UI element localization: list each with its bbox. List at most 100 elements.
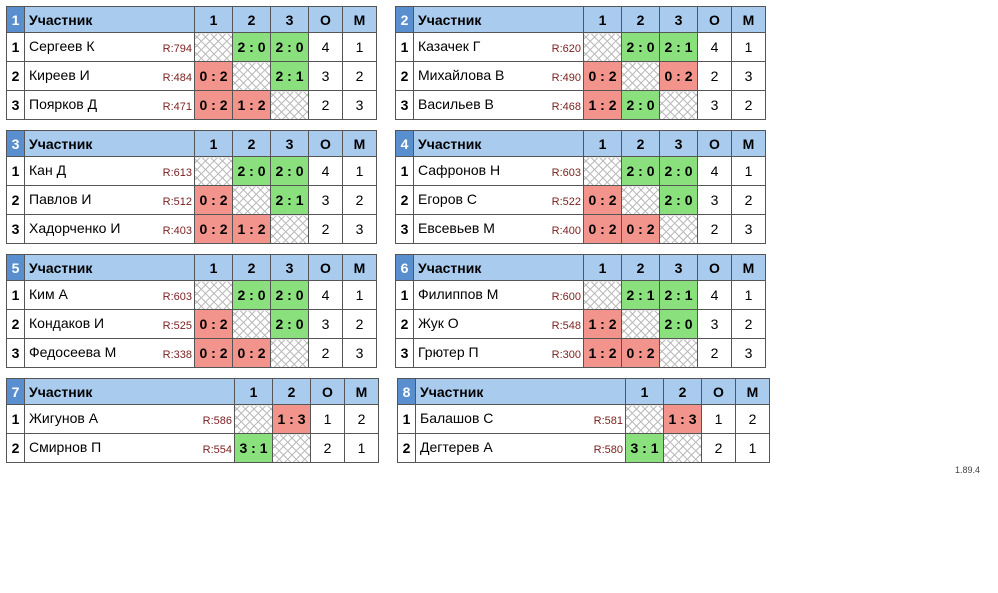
points-cell: 2 <box>309 91 343 120</box>
self-cell <box>660 91 698 120</box>
player-cell: Жигунов АR:586 <box>25 405 235 434</box>
score-lose-cell: 0 : 2 <box>195 91 233 120</box>
group-table: 7Участник12ОМ1Жигунов АR:5861 : 3122Смир… <box>6 378 379 463</box>
group-number: 5 <box>7 255 25 281</box>
self-cell <box>664 434 702 463</box>
points-cell: 1 <box>702 405 736 434</box>
score-lose-cell: 1 : 2 <box>233 215 271 244</box>
place-cell: 3 <box>343 91 377 120</box>
player-name: Смирнов П <box>29 434 101 460</box>
points-header: О <box>309 255 343 281</box>
score-win-cell: 2 : 0 <box>660 157 698 186</box>
player-cell: Казачек Г R:620 <box>414 33 584 62</box>
player-rating: R:548 <box>552 313 581 339</box>
score-lose-cell: 0 : 2 <box>233 339 271 368</box>
score-lose-cell: 0 : 2 <box>195 339 233 368</box>
player-rating: R:603 <box>552 160 581 186</box>
table-row: 1Жигунов АR:5861 : 312 <box>7 405 379 434</box>
score-lose-cell: 0 : 2 <box>584 62 622 91</box>
points-header: О <box>311 379 345 405</box>
player-rating: R:338 <box>163 342 192 368</box>
round-header: 3 <box>660 131 698 157</box>
row-number: 1 <box>396 33 414 62</box>
score-lose-cell: 1 : 2 <box>584 91 622 120</box>
player-rating: R:586 <box>203 408 232 434</box>
place-header: М <box>345 379 379 405</box>
score-win-cell: 2 : 0 <box>660 310 698 339</box>
player-cell: Кан ДR:613 <box>25 157 195 186</box>
place-header: М <box>343 131 377 157</box>
self-cell <box>271 91 309 120</box>
round-header: 3 <box>660 7 698 33</box>
points-cell: 4 <box>309 157 343 186</box>
participant-header: Участник <box>25 255 195 281</box>
table-row: 1Казачек ГR:6202 : 02 : 141 <box>396 33 766 62</box>
row-number: 3 <box>7 215 25 244</box>
group-table: 5Участник123ОМ1Ким АR:6032 : 02 : 0412Ко… <box>6 254 377 368</box>
group-number: 8 <box>398 379 416 405</box>
group-table: 3Участник123ОМ1Кан ДR:6132 : 02 : 0412Па… <box>6 130 377 244</box>
score-lose-cell: 1 : 2 <box>584 310 622 339</box>
place-cell: 3 <box>343 339 377 368</box>
place-cell: 2 <box>345 405 379 434</box>
table-row: 3Федосеева МR:3380 : 20 : 223 <box>7 339 377 368</box>
player-name: Киреев И <box>29 62 90 88</box>
table-row: 1Ким АR:6032 : 02 : 041 <box>7 281 377 310</box>
place-cell: 3 <box>732 62 766 91</box>
table-row: 2Смирнов ПR:5543 : 121 <box>7 434 379 463</box>
place-cell: 2 <box>736 405 770 434</box>
self-cell <box>195 281 233 310</box>
round-header: 2 <box>233 255 271 281</box>
round-header: 1 <box>235 379 273 405</box>
group-table: 8Участник12ОМ1Балашов СR:5811 : 3122Дегт… <box>397 378 770 463</box>
score-lose-cell: 1 : 2 <box>584 339 622 368</box>
points-header: О <box>309 7 343 33</box>
group-number: 7 <box>7 379 25 405</box>
table-row: 1Филиппов МR:6002 : 12 : 141 <box>396 281 766 310</box>
player-name: Казачек Г <box>418 33 480 59</box>
score-win-cell: 2 : 1 <box>271 62 309 91</box>
player-rating: R:554 <box>203 437 232 463</box>
player-name: Егоров С <box>418 186 477 212</box>
player-name: Ким А <box>29 281 68 307</box>
round-header: 1 <box>584 7 622 33</box>
points-header: О <box>698 255 732 281</box>
self-cell <box>195 33 233 62</box>
round-header: 2 <box>273 379 311 405</box>
player-name: Жук О <box>418 310 459 336</box>
score-win-cell: 2 : 0 <box>271 281 309 310</box>
score-win-cell: 2 : 0 <box>233 157 271 186</box>
row-number: 2 <box>7 62 25 91</box>
player-rating: R:300 <box>552 342 581 368</box>
row-number: 1 <box>7 33 25 62</box>
score-lose-cell: 0 : 2 <box>622 339 660 368</box>
score-win-cell: 2 : 0 <box>622 91 660 120</box>
score-lose-cell: 0 : 2 <box>195 310 233 339</box>
player-name: Кан Д <box>29 157 66 183</box>
row-number: 1 <box>398 405 416 434</box>
player-cell: Сафронов НR:603 <box>414 157 584 186</box>
player-rating: R:490 <box>552 65 581 91</box>
table-row: 1Сафронов НR:6032 : 02 : 041 <box>396 157 766 186</box>
round-header: 3 <box>271 7 309 33</box>
self-cell <box>233 310 271 339</box>
player-name: Федосеева М <box>29 339 116 365</box>
score-win-cell: 2 : 1 <box>660 33 698 62</box>
self-cell <box>271 339 309 368</box>
group-table: 6Участник123ОМ1Филиппов МR:6002 : 12 : 1… <box>395 254 766 368</box>
row-number: 2 <box>396 62 414 91</box>
round-header: 3 <box>660 255 698 281</box>
place-cell: 2 <box>343 62 377 91</box>
self-cell <box>195 157 233 186</box>
row-number: 3 <box>7 339 25 368</box>
row-number: 2 <box>396 310 414 339</box>
participant-header: Участник <box>416 379 626 405</box>
row-number: 3 <box>396 91 414 120</box>
table-row: 1Кан ДR:6132 : 02 : 041 <box>7 157 377 186</box>
score-lose-cell: 0 : 2 <box>195 62 233 91</box>
player-rating: R:468 <box>552 94 581 120</box>
player-rating: R:620 <box>552 36 581 62</box>
points-cell: 2 <box>698 62 732 91</box>
table-row: 2Жук ОR:5481 : 22 : 032 <box>396 310 766 339</box>
participant-header: Участник <box>414 255 584 281</box>
